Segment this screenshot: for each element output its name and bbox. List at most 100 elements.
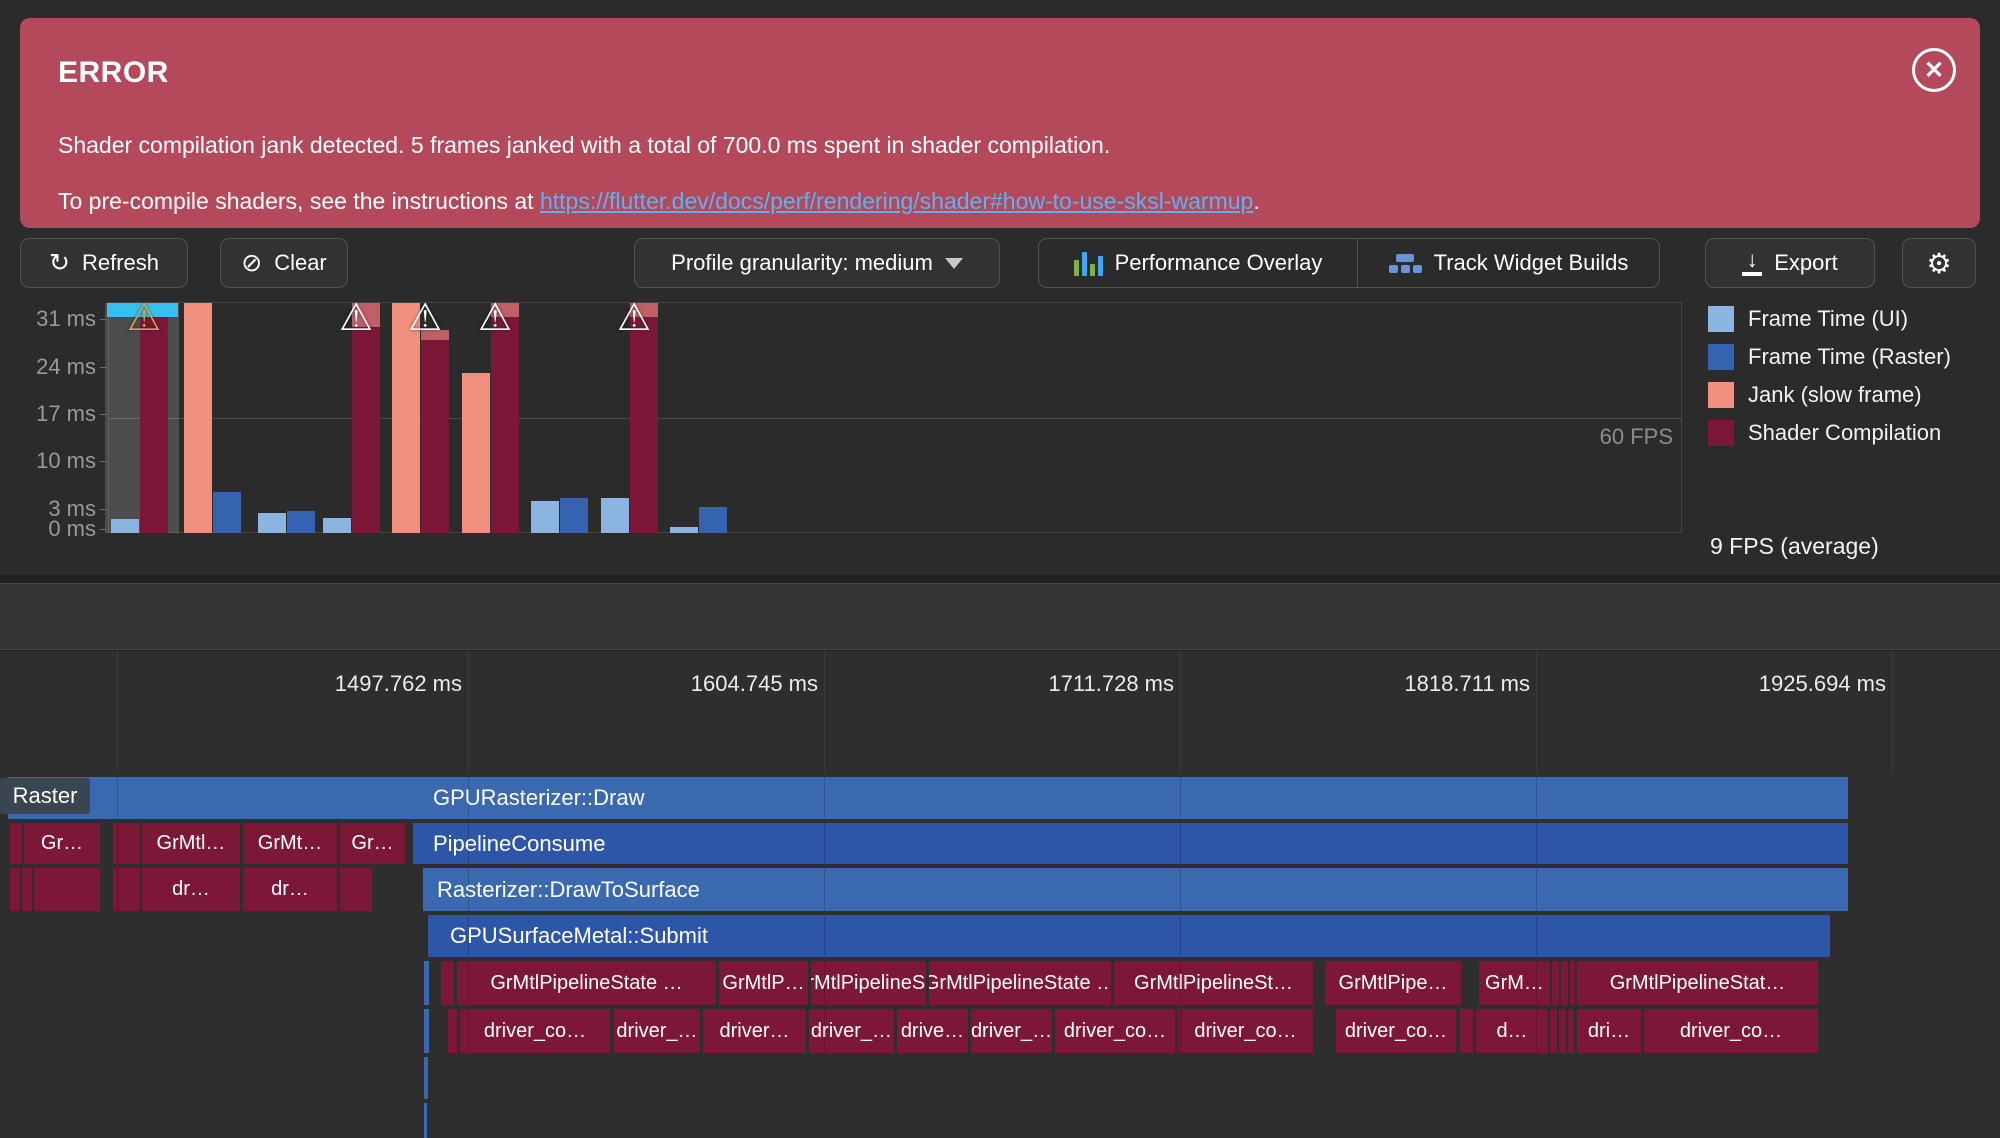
legend-item: Shader Compilation [1708, 419, 1941, 447]
flame-shader-segment[interactable] [1550, 1009, 1557, 1053]
timeline-axis-label: 1818.711 ms [1404, 671, 1530, 696]
frame-bar-ui[interactable] [601, 498, 629, 533]
flame-shader-segment[interactable] [441, 961, 454, 1005]
frame-bars-layer: ⚠ ⚠ ⚠ ⚠ ⚠ [0, 0, 2000, 575]
flame-shader-segment[interactable]: GrMtlPipelineS… [811, 961, 926, 1005]
y-axis-tick-label: 24 ms [36, 354, 96, 379]
flame-shader-segment[interactable]: GrMtlPipelineStat… [1577, 961, 1818, 1005]
flame-shader-segment[interactable]: Gr… [340, 823, 405, 864]
frame-bar-raster[interactable] [421, 329, 449, 533]
y-axis-tick-label: 10 ms [36, 448, 96, 473]
flame-shader-segment[interactable]: driver_… [614, 1009, 700, 1053]
shader-jank-warning-icon: ⚠ [477, 297, 513, 339]
flame-shader-segment[interactable]: driver_… [971, 1009, 1052, 1053]
flame-shader-segment[interactable] [448, 1009, 457, 1053]
frame-bar-raster[interactable] [699, 506, 727, 533]
frame-bar-raster[interactable] [287, 511, 315, 533]
flame-segment-label: drive… [900, 1019, 965, 1042]
flame-shader-segment[interactable]: driver_co… [1336, 1009, 1456, 1053]
flame-segment-label: driver_co… [1344, 1019, 1448, 1042]
frame-bar-raster[interactable] [213, 492, 241, 533]
flame-shader-segment[interactable]: GrM… [1479, 961, 1550, 1005]
flame-shader-segment[interactable]: dri… [1577, 1009, 1641, 1053]
flame-shader-segment[interactable]: Gr… [24, 823, 100, 864]
flame-shader-segment[interactable] [1570, 961, 1575, 1005]
flame-event-label: Rasterizer::DrawToSurface [437, 876, 700, 902]
flame-shader-segment[interactable]: GrMtlPipelineState … [457, 961, 716, 1005]
flame-shader-segment[interactable]: driver_co… [1178, 1009, 1313, 1053]
flame-event-bar[interactable]: GPUSurfaceMetal::Submit [428, 915, 1830, 957]
flame-shader-segment[interactable]: dr… [243, 868, 337, 911]
flame-event-bar[interactable]: Rasterizer::DrawToSurface [423, 868, 1848, 911]
legend-swatch [1708, 420, 1734, 446]
flame-shader-segment[interactable]: GrMtl… [142, 823, 240, 864]
y-axis-tick [100, 461, 107, 462]
flame-sliver-bar[interactable] [424, 1103, 427, 1138]
flame-segment-label: dr… [172, 878, 210, 900]
frame-bar-ui[interactable] [670, 526, 698, 533]
flame-row: GPUSurfaceMetal::Submit [0, 915, 2000, 957]
flame-event-label: GPURasterizer::Draw [433, 785, 645, 810]
flame-shader-segment[interactable]: driver_co… [1055, 1009, 1175, 1053]
flame-shader-segment[interactable]: GrMtlP… [719, 961, 808, 1005]
timeline-gridline-overlay [468, 771, 469, 1138]
timeline-gridline-overlay [1180, 771, 1181, 1138]
flame-shader-segment[interactable]: driver… [703, 1009, 806, 1053]
y-axis-tick [100, 529, 107, 530]
flame-shader-segment[interactable]: driver_… [809, 1009, 894, 1053]
flame-segment-label: driver_co… [1063, 1019, 1167, 1042]
flame-shader-segment[interactable]: GrMtlPipe… [1325, 961, 1461, 1005]
flame-event-label: PipelineConsume [433, 830, 606, 856]
timeline-flame-chart: 1497.762 ms 1604.745 ms 1711.728 ms 1818.71… [0, 650, 2000, 1138]
flame-shader-segment[interactable] [340, 868, 372, 911]
flame-segment-label: GrMtlPipelineState … [490, 971, 683, 994]
legend-label: Shader Compilation [1748, 420, 1942, 445]
thread-group-chip: Raster [0, 778, 90, 814]
section-divider [0, 575, 2000, 583]
devtools-performance-page: ERROR Shader compilation jank detected. … [0, 0, 2000, 1138]
flame-segment-label: dri… [1587, 1019, 1631, 1042]
flame-segment-label: GrMtl… [156, 832, 226, 854]
flame-shader-segment[interactable] [1561, 961, 1568, 1005]
frame-bar-raster[interactable] [560, 498, 588, 533]
frame-bar-ui[interactable] [462, 372, 490, 533]
frame-bar-ui[interactable] [184, 303, 212, 533]
frame-bar-ui[interactable] [258, 512, 286, 533]
flame-sliver-bar[interactable] [424, 1009, 429, 1053]
flame-sliver-bar[interactable] [424, 961, 429, 1005]
flame-shader-segment[interactable]: drive… [897, 1009, 968, 1053]
frame-bar-ui[interactable] [323, 518, 351, 533]
flame-shader-segment[interactable]: d… [1476, 1009, 1548, 1053]
flame-segment-label: Gr… [351, 832, 394, 854]
flame-shader-segment[interactable]: GrMtlPipelineState … [929, 961, 1111, 1005]
flame-row: PipelineConsume Gr… GrMtl… GrMt… Gr… [0, 823, 2000, 864]
flame-shader-segment[interactable] [1559, 1009, 1566, 1053]
flame-shader-segment[interactable] [1460, 1009, 1473, 1053]
frame-bar-ui[interactable] [531, 501, 559, 533]
flame-event-bar[interactable]: GPURasterizer::Draw [8, 777, 1848, 819]
shader-jank-warning-icon: ⚠ [126, 297, 162, 339]
flame-shader-segment[interactable] [1552, 961, 1559, 1005]
flame-shader-segment[interactable] [10, 823, 22, 864]
flame-event-bar[interactable]: PipelineConsume [413, 823, 1848, 864]
flame-segment-label: GrMtlPipelineSt… [1134, 971, 1293, 994]
flame-shader-segment[interactable] [34, 868, 100, 911]
flame-row: driver_co… driver_… driver… driver_… drive… d… [0, 1009, 2000, 1053]
flame-shader-segment[interactable]: GrMtlPipelineSt… [1114, 961, 1313, 1005]
flame-shader-segment[interactable]: driver_co… [460, 1009, 610, 1053]
timeline-events-header: Timeline Events ? [0, 583, 2000, 650]
flame-shader-segment[interactable] [22, 868, 32, 911]
flame-shader-segment[interactable]: driver_co… [1644, 1009, 1818, 1053]
frame-bar-ui[interactable] [111, 519, 139, 533]
flame-shader-segment[interactable]: dr… [142, 868, 240, 911]
timeline-gridline-overlay [1536, 771, 1537, 1138]
flame-shader-segment[interactable]: GrMt… [243, 823, 337, 864]
average-fps-label: 9 FPS (average) [1710, 533, 1879, 559]
timeline-axis-label: 1925.694 ms [1758, 671, 1886, 696]
y-axis-tick [100, 319, 107, 320]
flame-shader-segment[interactable] [1568, 1009, 1574, 1053]
flame-shader-segment[interactable] [10, 868, 20, 911]
flame-sliver-bar[interactable] [424, 1057, 428, 1099]
timeline-axis-label: 1711.728 ms [1048, 671, 1174, 696]
legend-label: Jank (slow frame) [1748, 382, 1922, 407]
